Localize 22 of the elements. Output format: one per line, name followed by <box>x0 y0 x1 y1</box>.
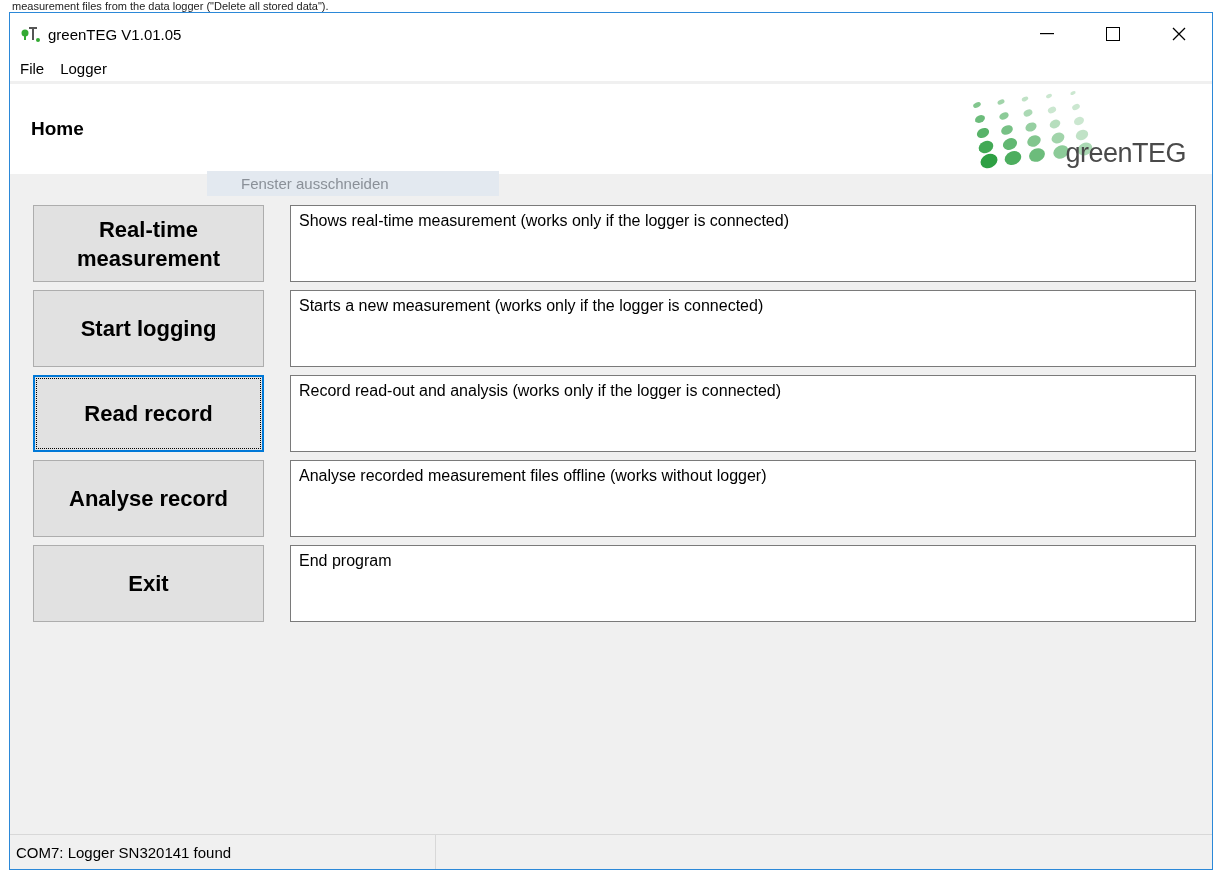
window-title: greenTEG V1.01.05 <box>48 25 183 43</box>
page-title: Home <box>31 118 84 140</box>
description-text: Record read-out and analysis (works only if the logger is connected) <box>290 375 1196 452</box>
logo-text: greenTEG <box>1065 137 1186 169</box>
menu-item[interactable]: File <box>12 59 53 77</box>
tooltip-label: Fenster ausschneiden <box>207 171 499 196</box>
action-button[interactable]: Start logging <box>33 290 264 367</box>
menu-item[interactable]: Logger <box>52 59 115 77</box>
action-button[interactable]: Exit <box>33 545 264 622</box>
status-message: COM7: Logger SN320141 found <box>10 835 436 869</box>
maximize-icon <box>1106 27 1120 41</box>
action-button[interactable]: Read record <box>33 375 264 452</box>
action-button[interactable]: Real-time measurement <box>33 205 264 282</box>
minimize-icon <box>1040 33 1054 35</box>
app-icon <box>20 25 42 43</box>
description-text: Analyse recorded measurement files offline (works without logger) <box>290 460 1196 537</box>
description-text: Shows real-time measurement (works only if the logger is connected) <box>290 205 1196 282</box>
action-button[interactable]: Analyse record <box>33 460 264 537</box>
background-text: measurement files from the data logger ("Delete all stored data"). <box>11 0 330 12</box>
description-text: End program <box>290 545 1196 622</box>
close-icon <box>1172 27 1186 41</box>
description-text: Starts a new measurement (works only if the logger is connected) <box>290 290 1196 367</box>
